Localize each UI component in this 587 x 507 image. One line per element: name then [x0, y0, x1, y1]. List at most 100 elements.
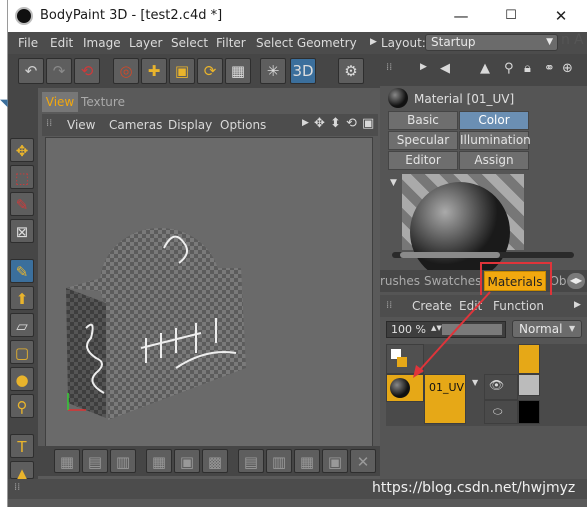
highlight-box	[480, 262, 552, 297]
magnify-icon[interactable]: ⚲	[10, 394, 34, 418]
pan-icon[interactable]: ✥	[314, 116, 325, 131]
rotate-view-icon[interactable]: ⟲	[346, 116, 357, 131]
tab-scroll-icon[interactable]: ◀▶	[567, 273, 585, 289]
menu-edit[interactable]: Edit	[50, 36, 73, 50]
flip-icon[interactable]: ▥	[266, 449, 292, 473]
uv-icon[interactable]: ▤	[82, 449, 108, 473]
projection-icon[interactable]: ▦	[54, 449, 80, 473]
expand-preview-icon[interactable]: ▼	[390, 178, 397, 188]
search-icon[interactable]: ⚲	[504, 61, 514, 76]
menu-expand-icon[interactable]: ▶	[370, 37, 377, 47]
specular-button[interactable]: Specular	[388, 131, 458, 150]
menu-image[interactable]: Image	[83, 36, 121, 50]
rect-fill-icon[interactable]: ▢	[10, 340, 34, 364]
grid-icon[interactable]: ▥	[110, 449, 136, 473]
mat-menu-edit[interactable]: Edit	[459, 299, 482, 313]
lock-icon[interactable]: 🔒︎	[524, 61, 531, 76]
zoom-field[interactable]: 100 % ▲▼	[386, 321, 506, 338]
fill-select-icon[interactable]: ⊠	[10, 219, 34, 243]
expand-icon[interactable]: ▶	[420, 62, 427, 72]
scrollbar-thumb[interactable]	[400, 252, 500, 258]
channel-preview-cell[interactable]	[518, 344, 540, 374]
layer-expand-icon[interactable]: ▼	[472, 378, 478, 387]
layout-icon[interactable]: ▦	[146, 449, 172, 473]
fg-color-swatch[interactable]	[397, 357, 407, 367]
redo-icon[interactable]: ↷	[46, 58, 72, 84]
illumination-button[interactable]: Illumination	[459, 131, 531, 150]
vp-menu-view[interactable]: View	[67, 118, 95, 132]
editor-button[interactable]: Editor	[388, 151, 458, 170]
zoom-view-icon[interactable]: ⬍	[330, 116, 341, 131]
spin-icon[interactable]: ▲▼	[431, 324, 442, 332]
vp-menu-cameras[interactable]: Cameras	[109, 118, 162, 132]
3d-viewport[interactable]	[45, 137, 373, 473]
mesh-icon[interactable]: ▣	[174, 449, 200, 473]
main-toolbar: ↶ ↷ ⟲ ◎ ✚ ▣ ⟳ ▦ ✳ 3D ⚙	[8, 54, 380, 88]
material-thumb-cell[interactable]	[386, 374, 424, 402]
live-select-icon[interactable]: ◎	[113, 58, 139, 84]
menu-select-geometry[interactable]: Select Geometry	[256, 36, 357, 50]
menu-select[interactable]: Select	[171, 36, 208, 50]
layer-name-cell[interactable]: 01_UV	[424, 374, 466, 424]
mask-preview-cell[interactable]	[518, 400, 540, 424]
align-icon[interactable]: ▤	[238, 449, 264, 473]
layer-preview-cell[interactable]	[518, 374, 540, 396]
tab-brushes[interactable]: rushes	[380, 271, 420, 291]
up-arrow-icon[interactable]: ▲	[480, 61, 490, 76]
move-icon[interactable]: ✚	[141, 58, 167, 84]
close-button[interactable]: ✕	[538, 0, 584, 32]
paint-3d-icon[interactable]: 3D	[290, 58, 316, 84]
vp-menu-display[interactable]: Display	[168, 118, 212, 132]
undo-icon[interactable]: ↶	[18, 58, 44, 84]
transform-icon[interactable]: ▣	[322, 449, 348, 473]
material-preview	[402, 174, 524, 282]
eye-icon[interactable]: 👁︎	[489, 378, 504, 392]
brush-tool-icon[interactable]: ✎	[10, 259, 34, 283]
fit-icon[interactable]: ▦	[294, 449, 320, 473]
link-icon[interactable]: ⚭	[544, 61, 555, 76]
vp-expand-icon[interactable]: ▶	[302, 118, 309, 128]
scale-icon[interactable]: ▣	[169, 58, 195, 84]
maximize-button[interactable]: ☐	[488, 0, 534, 32]
color-button[interactable]: Color	[459, 111, 529, 130]
text-tool-icon[interactable]: T	[10, 434, 34, 458]
mat-menu-function[interactable]: Function	[493, 299, 544, 313]
tab-swatches[interactable]: Swatches	[424, 271, 481, 291]
mat-expand-icon[interactable]: ▶	[574, 300, 581, 310]
visibility-cell[interactable]: 👁︎	[484, 374, 518, 400]
lasso-icon[interactable]: ✎	[10, 192, 34, 216]
layout-dropdown[interactable]: Startup ▼	[425, 34, 558, 51]
menu-file[interactable]: File	[18, 36, 38, 50]
render-icon[interactable]: ⚙	[338, 58, 364, 84]
stamp-icon[interactable]: ⬆	[10, 286, 34, 310]
snap-icon[interactable]: ✕	[350, 449, 376, 473]
zoom-slider[interactable]	[442, 324, 502, 335]
back-arrow-icon[interactable]: ◀	[440, 61, 450, 76]
rotate-icon[interactable]: ⟳	[197, 58, 223, 84]
mask-icon[interactable]: ⬭	[493, 405, 502, 419]
minimize-button[interactable]: —	[438, 0, 484, 32]
mat-menu-create[interactable]: Create	[412, 299, 452, 313]
new-window-icon[interactable]: ⊕	[562, 61, 573, 76]
mask-cell[interactable]: ⬭	[484, 400, 518, 424]
shape-tool-icon[interactable]: ▲	[10, 461, 34, 483]
reset-icon[interactable]: ⟲	[74, 58, 100, 84]
blend-mode-dropdown[interactable]: Normal ▼	[512, 320, 582, 338]
tab-view[interactable]: View	[42, 92, 78, 112]
maximize-view-icon[interactable]: ▣	[362, 116, 374, 131]
sparkle-icon[interactable]: ✳	[260, 58, 286, 84]
menu-layer[interactable]: Layer	[129, 36, 162, 50]
rect-select-icon[interactable]: ⬚	[10, 165, 34, 189]
vp-menu-options[interactable]: Options	[220, 118, 266, 132]
eraser-icon[interactable]: ▱	[10, 313, 34, 337]
assign-button[interactable]: Assign	[459, 151, 529, 170]
basic-button[interactable]: Basic	[388, 111, 458, 130]
move-tool-icon[interactable]: ✥	[10, 138, 34, 162]
smudge-icon[interactable]: ●	[10, 367, 34, 391]
relax-icon[interactable]: ▩	[202, 449, 228, 473]
scene-render	[66, 228, 246, 420]
checker-icon[interactable]: ▦	[225, 58, 251, 84]
menu-filter[interactable]: Filter	[216, 36, 246, 50]
tab-texture[interactable]: Texture	[80, 92, 126, 112]
app-logo-icon	[15, 7, 33, 25]
